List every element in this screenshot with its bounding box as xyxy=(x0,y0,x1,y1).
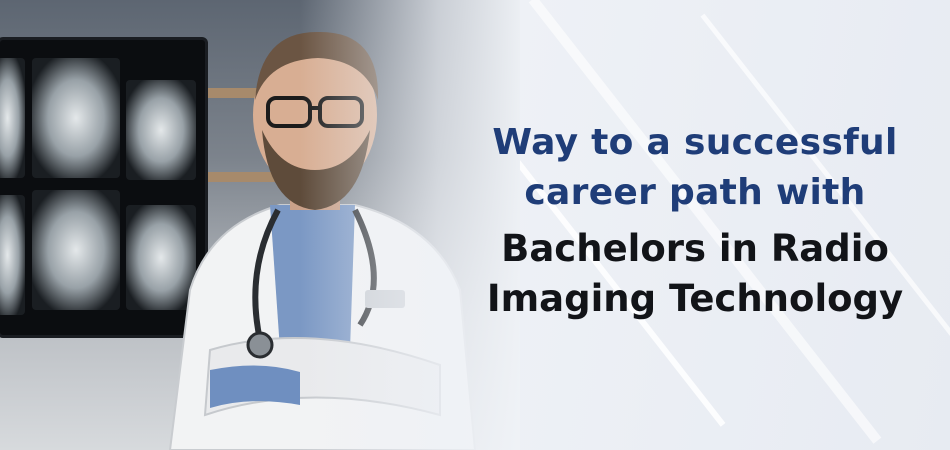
xray-image xyxy=(32,58,120,178)
xray-image xyxy=(0,58,25,178)
doctor-photo xyxy=(0,0,520,450)
xray-image xyxy=(0,195,25,315)
banner: Way to a successful career path with Bac… xyxy=(0,0,950,450)
headline-line-1: Way to a successful xyxy=(492,122,898,163)
xray-image xyxy=(32,190,120,310)
headline-line-3: Bachelors in Radio xyxy=(501,227,889,270)
headline-line-4: Imaging Technology xyxy=(486,277,904,320)
headline: Way to a successful career path with Bac… xyxy=(460,118,930,324)
headline-line-2: career path with xyxy=(524,172,866,213)
